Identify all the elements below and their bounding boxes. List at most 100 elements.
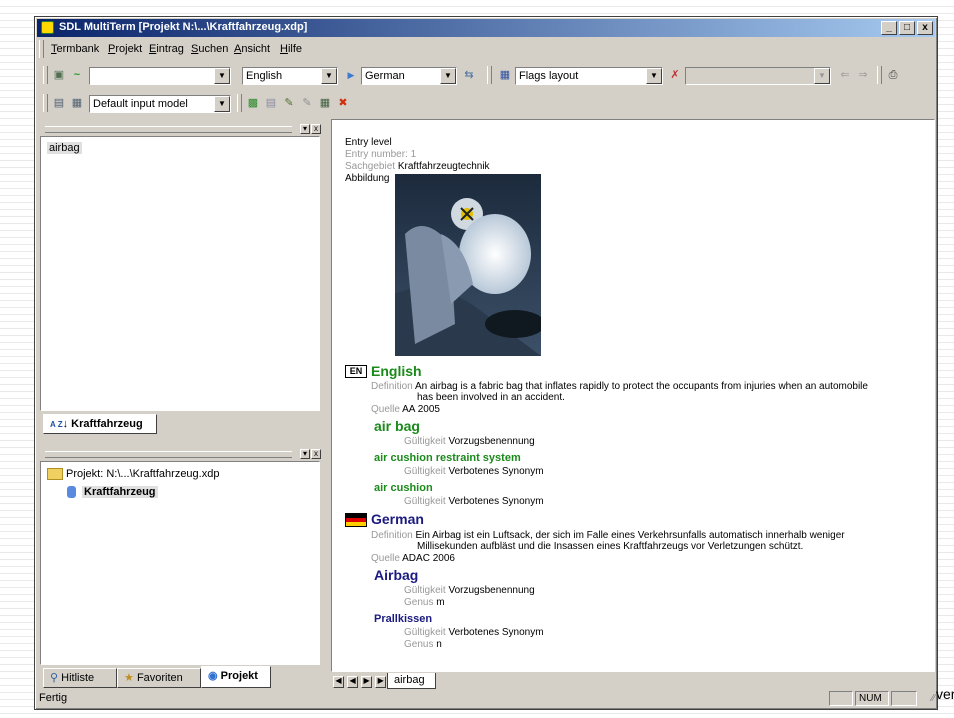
english-quelle-value: AA 2005 bbox=[402, 404, 440, 415]
gueltigkeit-label: Gültigkeit bbox=[404, 627, 446, 638]
add-entry-icon[interactable]: ▩ bbox=[245, 95, 261, 111]
term-air-bag[interactable]: air bag bbox=[374, 418, 420, 434]
tab-kraftfahrzeug[interactable]: A Z↓ Kraftfahrzeug bbox=[43, 414, 157, 434]
minimize-button[interactable]: _ bbox=[881, 21, 897, 35]
entry-pane: Entry level Entry number: 1 Sachgebiet K… bbox=[331, 119, 935, 672]
sort-az-icon: A Z bbox=[50, 420, 63, 429]
maximize-button[interactable]: □ bbox=[899, 21, 915, 35]
swap-languages-icon[interactable]: ⇆ bbox=[461, 67, 477, 83]
edit-entry-icon[interactable]: ✎ bbox=[281, 95, 297, 111]
term-prallkissen[interactable]: Prallkissen bbox=[374, 613, 432, 625]
tree-child-label: Kraftfahrzeug bbox=[82, 486, 158, 498]
gueltigkeit-label: Gültigkeit bbox=[404, 496, 446, 507]
search-wave-icon[interactable]: ~ bbox=[69, 67, 85, 83]
status-panel-empty bbox=[891, 691, 917, 706]
sachgebiet-value: Kraftfahrzeugtechnik bbox=[397, 161, 490, 172]
favorites-icon: ★ bbox=[124, 672, 134, 684]
menu-hilfe[interactable]: Hilfe bbox=[280, 43, 302, 55]
filter-select[interactable]: ▼ bbox=[685, 67, 831, 85]
input-model-icon[interactable]: ▤ bbox=[51, 95, 67, 111]
prev-tab-icon[interactable]: ◀ bbox=[347, 676, 359, 688]
english-quelle: Quelle AA 2005 bbox=[371, 404, 440, 415]
input-toolbar: ▤ ▦ Default input model ▼ ▩ ▤ ✎ ✎ ▦ ✖ bbox=[37, 91, 935, 117]
quelle-label: Quelle bbox=[371, 553, 400, 564]
term-air-cushion[interactable]: air cushion bbox=[374, 482, 433, 494]
toolbar-grip[interactable] bbox=[43, 66, 48, 84]
tree-child[interactable]: Kraftfahrzeug bbox=[67, 486, 158, 499]
edit-term-icon[interactable]: ✎ bbox=[299, 95, 315, 111]
resize-grip-icon[interactable]: ∕∕ bbox=[932, 693, 935, 704]
tab-projekt[interactable]: ◉ Projekt bbox=[201, 666, 271, 688]
menubar-grip[interactable] bbox=[39, 40, 44, 58]
tab-hitliste[interactable]: ⚲ Hitliste bbox=[43, 668, 117, 688]
close-button[interactable]: x bbox=[917, 21, 933, 35]
termbank-search-icon[interactable]: ▣ bbox=[51, 67, 67, 83]
term-status: Gültigkeit Vorzugsbenennung bbox=[404, 585, 535, 596]
menu-projekt[interactable]: Projekt bbox=[108, 43, 142, 55]
english-definition-line1: An airbag is a fabric bag that inflates … bbox=[414, 381, 868, 392]
entry-tab-navigation: ◀ ◀ ▶ ▶ bbox=[333, 674, 387, 688]
abbildung-label: Abbildung bbox=[345, 173, 390, 184]
pane-close-button[interactable]: x bbox=[311, 124, 321, 134]
pane-pin-button[interactable]: ▾ bbox=[300, 449, 310, 459]
layout-select[interactable]: Flags layout ▼ bbox=[515, 67, 663, 85]
next-tab-icon[interactable]: ▶ bbox=[361, 676, 373, 688]
german-quelle-value: ADAC 2006 bbox=[402, 553, 455, 564]
add-term-icon[interactable]: ▤ bbox=[263, 95, 279, 111]
term-status: Gültigkeit Vorzugsbenennung bbox=[404, 436, 535, 447]
source-language-select[interactable]: English ▼ bbox=[242, 67, 338, 85]
previous-entry-icon[interactable]: ⇐ bbox=[837, 67, 853, 83]
german-language-heading: German bbox=[371, 511, 424, 527]
gueltigkeit-value: Verbotenes Synonym bbox=[448, 466, 544, 477]
print-icon[interactable]: ⎙ bbox=[885, 67, 901, 83]
toolbar-grip[interactable] bbox=[877, 66, 882, 84]
tree-root[interactable]: Projekt: N:\...\Kraftfahrzeug.xdp bbox=[47, 468, 220, 481]
term-air-cushion-restraint-system[interactable]: air cushion restraint system bbox=[374, 452, 521, 464]
entry-tab-airbag[interactable]: airbag bbox=[387, 673, 436, 689]
menu-suchen[interactable]: Suchen bbox=[191, 43, 228, 55]
chevron-down-icon[interactable]: ▼ bbox=[214, 96, 230, 112]
app-icon bbox=[41, 21, 54, 34]
german-definition-line1: Ein Airbag ist ein Luftsack, der sich im… bbox=[415, 530, 845, 541]
status-bar: Fertig NUM ∕∕ bbox=[37, 689, 935, 707]
filter-icon[interactable]: ✗ bbox=[667, 67, 683, 83]
search-toolbar: ▣ ~ ▼ English ▼ ▶ German ▼ ⇆ ▦ Flags layou… bbox=[37, 63, 935, 89]
menu-termbank[interactable]: Termbank bbox=[51, 43, 99, 55]
toolbar-grip[interactable] bbox=[237, 94, 242, 112]
toolbar-grip[interactable] bbox=[43, 94, 48, 112]
chevron-down-icon[interactable]: ▼ bbox=[814, 68, 830, 84]
definition-label: Definition bbox=[371, 530, 413, 541]
gueltigkeit-label: Gültigkeit bbox=[404, 436, 446, 447]
hitlist-pane-header: ▾ x bbox=[39, 124, 322, 134]
table-icon: ▦ bbox=[71, 97, 83, 109]
first-tab-icon[interactable]: ◀ bbox=[333, 676, 344, 688]
save-entry-icon[interactable]: ▦ bbox=[317, 95, 333, 111]
tree-root-label: Projekt: N:\...\Kraftfahrzeug.xdp bbox=[66, 468, 220, 480]
input-model-select[interactable]: Default input model ▼ bbox=[89, 95, 231, 113]
delete-entry-icon[interactable]: ✖ bbox=[335, 95, 351, 111]
entry-number: Entry number: 1 bbox=[345, 149, 416, 160]
german-definition-line2: Millisekunden aufbläst und die Insassen … bbox=[417, 541, 804, 552]
search-dropdown-arrow[interactable]: ▼ bbox=[214, 68, 230, 84]
term-genus: Genus n bbox=[404, 639, 442, 650]
pane-pin-button[interactable]: ▾ bbox=[300, 124, 310, 134]
menu-ansicht[interactable]: Ansicht bbox=[234, 43, 270, 55]
chevron-down-icon[interactable]: ▼ bbox=[321, 68, 337, 84]
hitlist-item[interactable]: airbag bbox=[47, 142, 82, 154]
next-entry-icon[interactable]: ⇒ bbox=[855, 67, 871, 83]
background-text: ver bbox=[936, 686, 954, 702]
menu-eintrag[interactable]: Eintrag bbox=[149, 43, 184, 55]
tab-kraftfahrzeug-label: Kraftfahrzeug bbox=[71, 418, 143, 430]
chevron-down-icon[interactable]: ▼ bbox=[646, 68, 662, 84]
project-tree-pane: Projekt: N:\...\Kraftfahrzeug.xdp Kraftf… bbox=[40, 461, 320, 665]
gueltigkeit-value: Vorzugsbenennung bbox=[448, 436, 535, 447]
term-airbag[interactable]: Airbag bbox=[374, 567, 418, 583]
last-tab-icon[interactable]: ▶ bbox=[375, 676, 387, 688]
target-language-select[interactable]: German ▼ bbox=[361, 67, 457, 85]
chevron-down-icon[interactable]: ▼ bbox=[440, 68, 456, 84]
pane-close-button[interactable]: x bbox=[311, 449, 321, 459]
title-bar[interactable]: SDL MultiTerm [Projekt N:\...\Kraftfahrz… bbox=[37, 19, 935, 37]
airbag-illustration bbox=[395, 174, 541, 356]
tab-favoriten[interactable]: ★ Favoriten bbox=[117, 668, 201, 688]
toolbar-grip[interactable] bbox=[487, 66, 492, 84]
